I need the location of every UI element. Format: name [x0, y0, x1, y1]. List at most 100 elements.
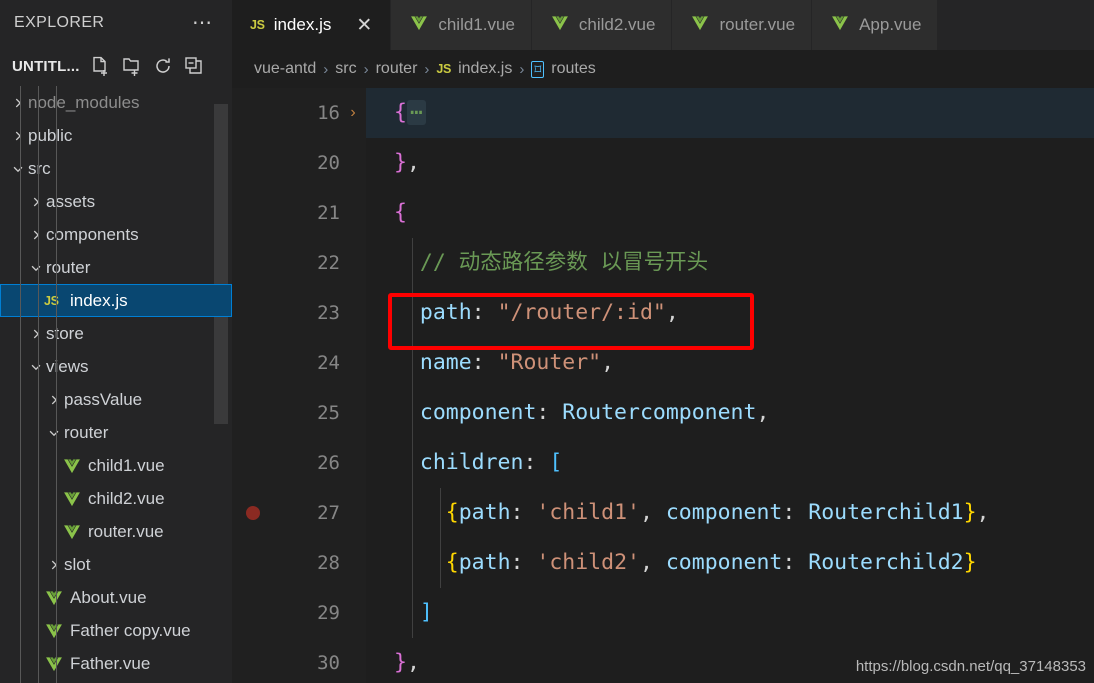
symbol-variable-icon: ⌑: [531, 60, 545, 78]
chevron-down-icon[interactable]: [44, 426, 64, 440]
chevron-down-icon[interactable]: [26, 360, 46, 374]
new-folder-icon[interactable]: [121, 55, 143, 77]
code-token: children: [394, 450, 524, 475]
tree-item-label: router.vue: [88, 521, 164, 541]
refresh-icon[interactable]: [152, 55, 174, 77]
new-file-icon[interactable]: [90, 55, 112, 77]
chevron-right-icon[interactable]: [44, 558, 64, 572]
vue-file-icon: [62, 489, 88, 509]
code-line[interactable]: // 动态路径参数 以冒号开头: [366, 238, 1094, 288]
explorer-title-bar: EXPLORER ⋯: [0, 0, 232, 46]
line-number: 29: [317, 602, 340, 624]
tree-file-about-vue[interactable]: About.vue: [0, 581, 232, 614]
code-line[interactable]: name: "Router",: [366, 338, 1094, 388]
tab-child2-vue[interactable]: child2.vue: [531, 0, 673, 50]
tree-folder-router[interactable]: router: [0, 251, 232, 284]
tree-folder-components[interactable]: components: [0, 218, 232, 251]
editor-tab-bar[interactable]: JS index.js ✕ child1.vue child2.vue router.vu…: [232, 0, 1094, 50]
editor-indent-guide: [412, 288, 413, 338]
chevron-right-icon[interactable]: [26, 228, 46, 242]
fold-chevron-icon[interactable]: ›: [344, 88, 362, 138]
tree-file-router-vue[interactable]: router.vue: [0, 515, 232, 548]
code-line-text: {path: 'child1', component: Routerchild1…: [366, 488, 990, 538]
code-line[interactable]: },: [366, 138, 1094, 188]
tree-folder-src[interactable]: src: [0, 152, 232, 185]
tree-item-label: components: [46, 224, 139, 244]
chevron-right-icon[interactable]: [44, 393, 64, 407]
tree-item-label: passValue: [64, 389, 143, 409]
breakpoint-icon[interactable]: [246, 506, 260, 520]
chevron-right-icon[interactable]: [26, 327, 46, 341]
tree-item-label: router: [64, 422, 109, 442]
line-number: 21: [317, 202, 340, 224]
code-line[interactable]: component: Routercomponent,: [366, 388, 1094, 438]
code-line[interactable]: path: "/router/:id",: [366, 288, 1094, 338]
code-token: ,: [639, 500, 666, 525]
breadcrumb-separator: ›: [363, 60, 369, 78]
chevron-down-icon[interactable]: [26, 261, 46, 275]
line-number: 26: [317, 452, 340, 474]
breadcrumb-item-router[interactable]: router: [376, 60, 418, 78]
code-token: "Router": [497, 350, 602, 375]
tree-file-child2-vue[interactable]: child2.vue: [0, 482, 232, 515]
vue-file-icon: [690, 13, 710, 38]
tree-folder-slot[interactable]: slot: [0, 548, 232, 581]
chevron-right-icon[interactable]: [26, 195, 46, 209]
code-line-text: },: [366, 638, 420, 683]
tree-folder-router[interactable]: router: [0, 416, 232, 449]
tree-folder-store[interactable]: store: [0, 317, 232, 350]
tab-child1-vue[interactable]: child1.vue: [391, 0, 532, 50]
breadcrumb-item-src[interactable]: src: [335, 60, 356, 78]
chevron-right-icon[interactable]: [8, 96, 28, 110]
breadcrumb-item-vue-antd[interactable]: vue-antd: [254, 60, 316, 78]
collapse-all-icon[interactable]: [183, 55, 205, 77]
code-editor[interactable]: 16 ›{⋯ 20}, 21{22 // 动态路径参数 以冒号开头 23 path: "…: [232, 88, 1094, 683]
breadcrumb-item-index-js[interactable]: JS index.js: [436, 60, 512, 78]
code-token: {: [445, 500, 459, 525]
breadcrumb-separator: ›: [519, 60, 525, 78]
file-tree[interactable]: node_modulespublic src assets components rou…: [0, 86, 232, 683]
editor-indent-guide: [412, 588, 413, 638]
code-line-text: {⋯: [366, 88, 426, 138]
code-line[interactable]: {path: 'child1', component: Routerchild1…: [366, 488, 1094, 538]
code-line[interactable]: {⋯: [366, 88, 1094, 138]
tab-router-vue[interactable]: router.vue: [672, 0, 813, 50]
explorer-sidebar: EXPLORER ⋯ UNTITL... node_modules public…: [0, 0, 232, 683]
editor-indent-guide: [412, 488, 413, 538]
breadcrumb-label: routes: [551, 60, 596, 77]
code-token: path: [458, 500, 511, 525]
chevron-right-icon[interactable]: [8, 129, 28, 143]
tree-item-label: public: [28, 125, 73, 145]
code-line[interactable]: {: [366, 188, 1094, 238]
code-token: path: [458, 550, 511, 575]
code-line[interactable]: ]: [366, 588, 1094, 638]
tree-file-index-js[interactable]: JS index.js: [0, 284, 232, 317]
breadcrumb[interactable]: vue-antd › src › router › JS index.js › ⌑ routes: [232, 50, 1094, 88]
tree-file-father-vue[interactable]: Father.vue: [0, 647, 232, 680]
vue-file-icon: [44, 621, 70, 641]
tree-folder-public[interactable]: public: [0, 119, 232, 152]
tab-app-vue[interactable]: App.vue: [812, 0, 939, 50]
tree-folder-node-modules[interactable]: node_modules: [0, 86, 232, 119]
code-token: ,: [665, 300, 679, 325]
close-icon[interactable]: ✕: [354, 15, 374, 35]
workspace-folder-header[interactable]: UNTITL...: [0, 46, 232, 86]
tree-file-child1-vue[interactable]: child1.vue: [0, 449, 232, 482]
tab-index-js[interactable]: JS index.js ✕: [232, 0, 392, 50]
breadcrumb-label: router: [375, 60, 418, 77]
breadcrumb-item-routes[interactable]: ⌑ routes: [531, 60, 596, 78]
code-token: name: [394, 350, 472, 375]
code-line[interactable]: children: [: [366, 438, 1094, 488]
code-token: ,: [639, 550, 666, 575]
editor-indent-guide: [440, 538, 441, 588]
code-token: }: [963, 550, 977, 575]
tree-folder-views[interactable]: views: [0, 350, 232, 383]
more-actions-icon[interactable]: ⋯: [190, 13, 216, 33]
tree-folder-passvalue[interactable]: passValue: [0, 383, 232, 416]
code-line[interactable]: {path: 'child2', component: Routerchild2…: [366, 538, 1094, 588]
tree-item-label: Father.vue: [70, 653, 151, 673]
chevron-down-icon[interactable]: [8, 162, 28, 176]
tree-folder-assets[interactable]: assets: [0, 185, 232, 218]
tree-file-father-copy-vue[interactable]: Father copy.vue: [0, 614, 232, 647]
